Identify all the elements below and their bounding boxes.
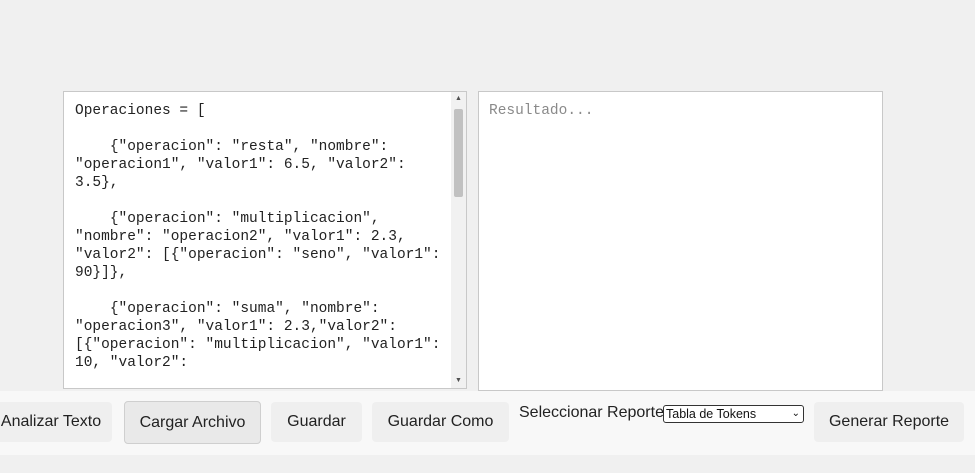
analizar-texto-button[interactable]: Analizar Texto [0, 402, 112, 442]
result-placeholder: Resultado... [489, 103, 594, 119]
report-select-value: Tabla de Tokens [666, 407, 757, 421]
guardar-como-button[interactable]: Guardar Como [372, 402, 509, 442]
scroll-up-arrow-icon[interactable]: ▲ [451, 92, 466, 106]
cargar-archivo-button[interactable]: Cargar Archivo [124, 401, 261, 444]
action-toolbar: Analizar Texto Cargar Archivo Guardar Gu… [0, 391, 975, 455]
result-output[interactable]: Resultado... [478, 91, 883, 391]
report-select[interactable]: Tabla de Tokens ⌄ [663, 405, 804, 423]
scroll-down-arrow-icon[interactable]: ▼ [451, 374, 466, 388]
source-editor[interactable]: Operaciones = [ {"operacion": "resta", "… [63, 91, 467, 389]
chevron-down-icon: ⌄ [791, 408, 800, 419]
guardar-button[interactable]: Guardar [271, 402, 362, 442]
report-select-label: Seleccionar Reporte: [519, 404, 669, 421]
generar-reporte-button[interactable]: Generar Reporte [814, 402, 964, 442]
editor-text[interactable]: Operaciones = [ {"operacion": "resta", "… [75, 102, 445, 372]
scroll-thumb[interactable] [454, 109, 463, 197]
editor-scrollbar[interactable]: ▲ ▼ [451, 92, 466, 388]
app-page: Operaciones = [ {"operacion": "resta", "… [0, 0, 975, 473]
